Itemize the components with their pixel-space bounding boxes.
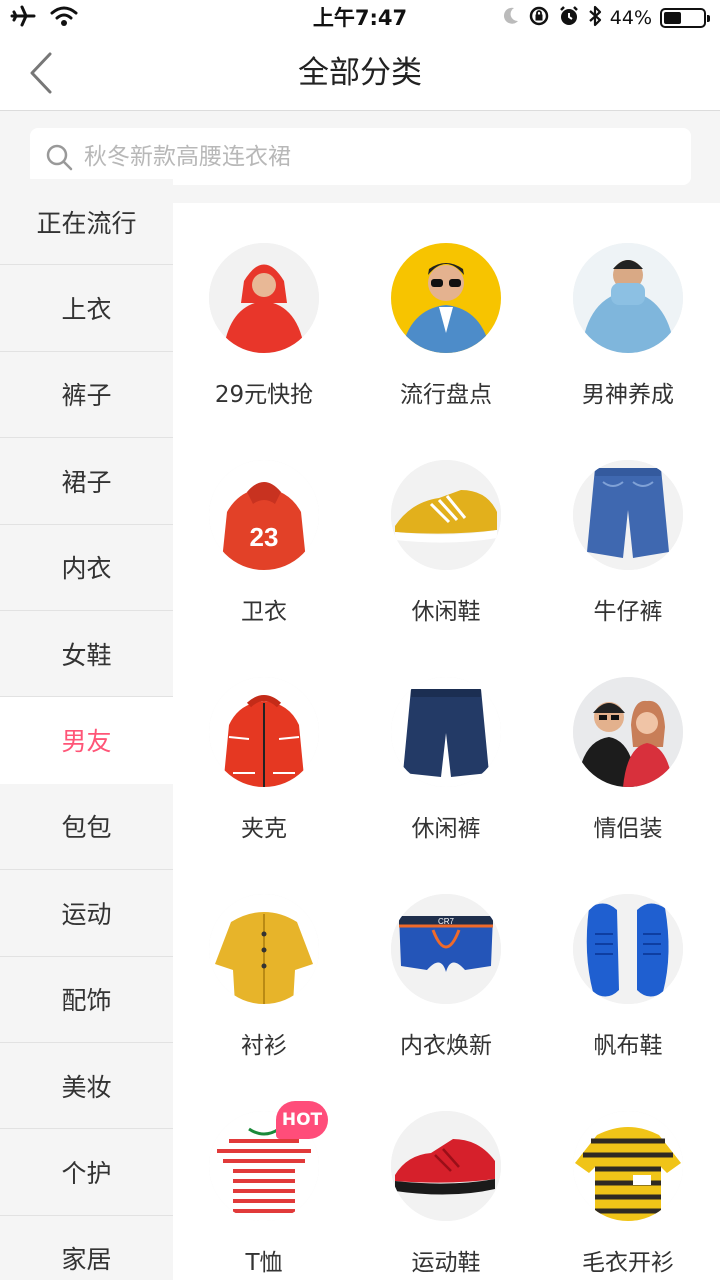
subcategory-image: CR7 [391, 894, 501, 1004]
sidebar-item-label: 家居 [61, 1245, 112, 1275]
subcategory-item[interactable]: 帆布鞋 [537, 854, 719, 1071]
bluetooth-icon [588, 5, 602, 31]
subcategory-image [573, 243, 683, 353]
sidebar-item-label: 美妆 [61, 1072, 112, 1102]
sidebar-item-label: 男友 [61, 727, 112, 757]
sidebar-item[interactable]: 裤子 [0, 352, 173, 439]
nav-bar: 全部分类 [0, 36, 720, 111]
subcategory-image [391, 243, 501, 353]
subcategory-panel: 29元快抢 流行盘点 男神养成 23 卫衣 休闲鞋 牛仔裤夹克 休闲裤 情侣装衬衫 CR7 内衣焕新… [173, 203, 720, 1280]
subcategory-image [209, 243, 319, 353]
subcategory-image [391, 677, 501, 787]
sidebar-item-label: 女鞋 [61, 640, 112, 670]
subcategory-label: 情侣装 [593, 816, 663, 842]
sidebar-item-label: 运动 [61, 899, 112, 929]
battery-icon [660, 8, 710, 28]
subcategory-image [573, 1111, 683, 1221]
search-icon [46, 144, 73, 170]
subcategory-item[interactable]: 流行盘点 [355, 203, 537, 420]
subcategory-image [573, 894, 683, 1004]
subcategory-label: 休闲鞋 [411, 599, 481, 625]
status-bar: 上午7:47 44% [0, 0, 720, 36]
sidebar-item-label: 配饰 [61, 986, 112, 1016]
sidebar-item-label: 裙子 [61, 467, 112, 497]
sidebar-item[interactable]: 配饰 [0, 957, 173, 1043]
subcategory-image [573, 677, 683, 787]
subcategory-image [209, 894, 319, 1004]
sidebar-item[interactable]: 正在流行 [0, 179, 173, 266]
subcategory-image [209, 677, 319, 787]
sidebar-item[interactable]: 运动 [0, 870, 173, 957]
search-input[interactable] [84, 143, 691, 170]
status-right: 44% [502, 4, 710, 32]
subcategory-image [391, 1111, 501, 1221]
subcategory-item[interactable]: 23 卫衣 [173, 420, 355, 637]
subcategory-item[interactable]: T恤 [173, 1071, 355, 1280]
sidebar-item-label: 上衣 [61, 295, 112, 325]
subcategory-image: 23 [209, 460, 319, 570]
sidebar-item[interactable]: 包包 [0, 784, 173, 871]
subcategory-item[interactable]: 男神养成 [537, 203, 719, 420]
sidebar-item[interactable]: 个护 [0, 1129, 173, 1216]
sidebar-item[interactable]: 男友 [0, 697, 173, 784]
sidebar-item-label: 包包 [61, 813, 112, 843]
sidebar-item[interactable]: 上衣 [0, 265, 173, 352]
subcategory-label: 夹克 [241, 816, 287, 842]
subcategory-label: 牛仔裤 [593, 599, 663, 625]
subcategory-image [573, 460, 683, 570]
subcategory-label: 流行盘点 [400, 382, 492, 408]
search-bar[interactable] [30, 128, 691, 185]
sidebar-item[interactable]: 内衣 [0, 525, 173, 611]
hot-badge: HOT [276, 1101, 328, 1139]
moon-icon [502, 6, 520, 30]
svg-text:23: 23 [250, 522, 279, 552]
subcategory-image [391, 460, 501, 570]
sidebar-item[interactable]: 女鞋 [0, 611, 173, 698]
subcategory-label: 内衣焕新 [400, 1033, 492, 1059]
sidebar-item-label: 个护 [61, 1158, 112, 1188]
chevron-left-icon [30, 52, 52, 94]
subcategory-label: 衬衫 [241, 1033, 287, 1059]
subcategory-label: 运动鞋 [411, 1250, 481, 1276]
rotation-lock-icon [528, 5, 550, 31]
battery-percent: 44% [609, 7, 652, 29]
alarm-icon [558, 5, 580, 31]
svg-text:CR7: CR7 [438, 917, 455, 926]
sidebar-item-label: 正在流行 [36, 208, 137, 238]
subcategory-label: 卫衣 [241, 599, 287, 625]
subcategory-item[interactable]: 休闲裤 [355, 637, 537, 854]
sidebar-item-label: 内衣 [61, 554, 112, 584]
sidebar-item[interactable]: 家居 [0, 1216, 173, 1280]
subcategory-item[interactable]: 牛仔裤 [537, 420, 719, 637]
subcategory-label: 29元快抢 [214, 382, 314, 408]
subcategory-item[interactable]: 夹克 [173, 637, 355, 854]
sidebar-item-label: 裤子 [61, 381, 112, 411]
subcategory-item[interactable]: 毛衣开衫 [537, 1071, 719, 1280]
page-title: 全部分类 [298, 55, 422, 91]
battery-level [664, 12, 681, 24]
subcategory-label: 男神养成 [582, 382, 674, 408]
subcategory-label: T恤 [245, 1250, 283, 1276]
subcategory-item[interactable]: CR7 内衣焕新 [355, 854, 537, 1071]
sidebar-item[interactable]: 美妆 [0, 1043, 173, 1130]
subcategory-item[interactable]: 运动鞋 [355, 1071, 537, 1280]
subcategory-item[interactable]: 休闲鞋 [355, 420, 537, 637]
subcategory-item[interactable]: 情侣装 [537, 637, 719, 854]
subcategory-label: 帆布鞋 [593, 1033, 663, 1059]
subcategory-label: 休闲裤 [411, 816, 481, 842]
subcategory-label: 毛衣开衫 [582, 1250, 674, 1276]
category-sidebar: 正在流行上衣裤子裙子内衣女鞋男友包包运动配饰美妆个护家居 [0, 179, 173, 1280]
subcategory-item[interactable]: 衬衫 [173, 854, 355, 1071]
subcategory-item[interactable]: 29元快抢 [173, 203, 355, 420]
sidebar-item[interactable]: 裙子 [0, 438, 173, 525]
back-button[interactable] [18, 48, 68, 98]
